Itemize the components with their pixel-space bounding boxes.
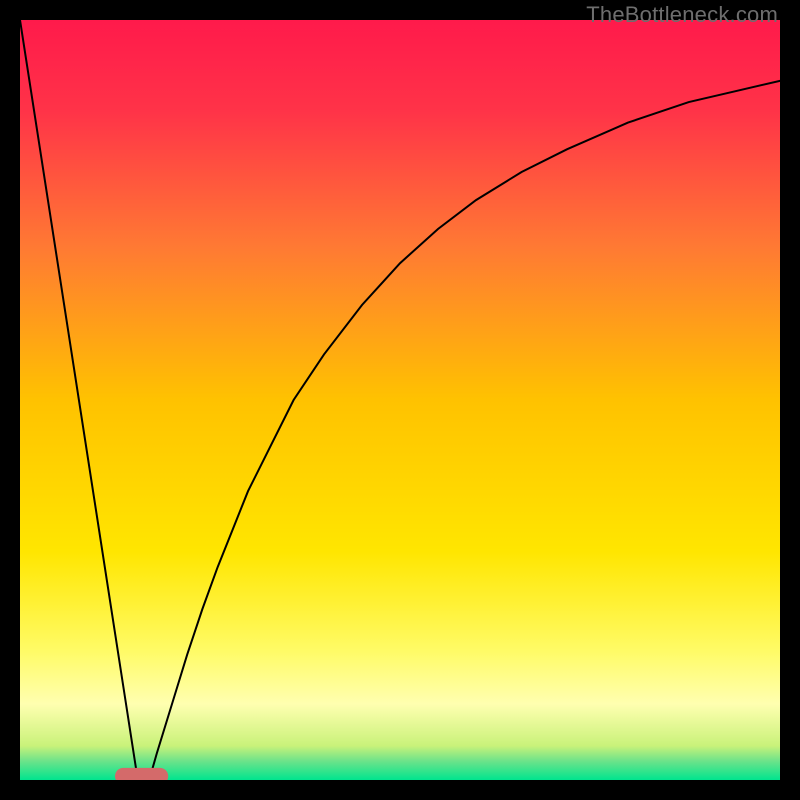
- bottom-marker: [115, 768, 168, 780]
- chart-background: [20, 20, 780, 780]
- chart-frame: [20, 20, 780, 780]
- chart-svg: [20, 20, 780, 780]
- watermark-label: TheBottleneck.com: [586, 2, 778, 28]
